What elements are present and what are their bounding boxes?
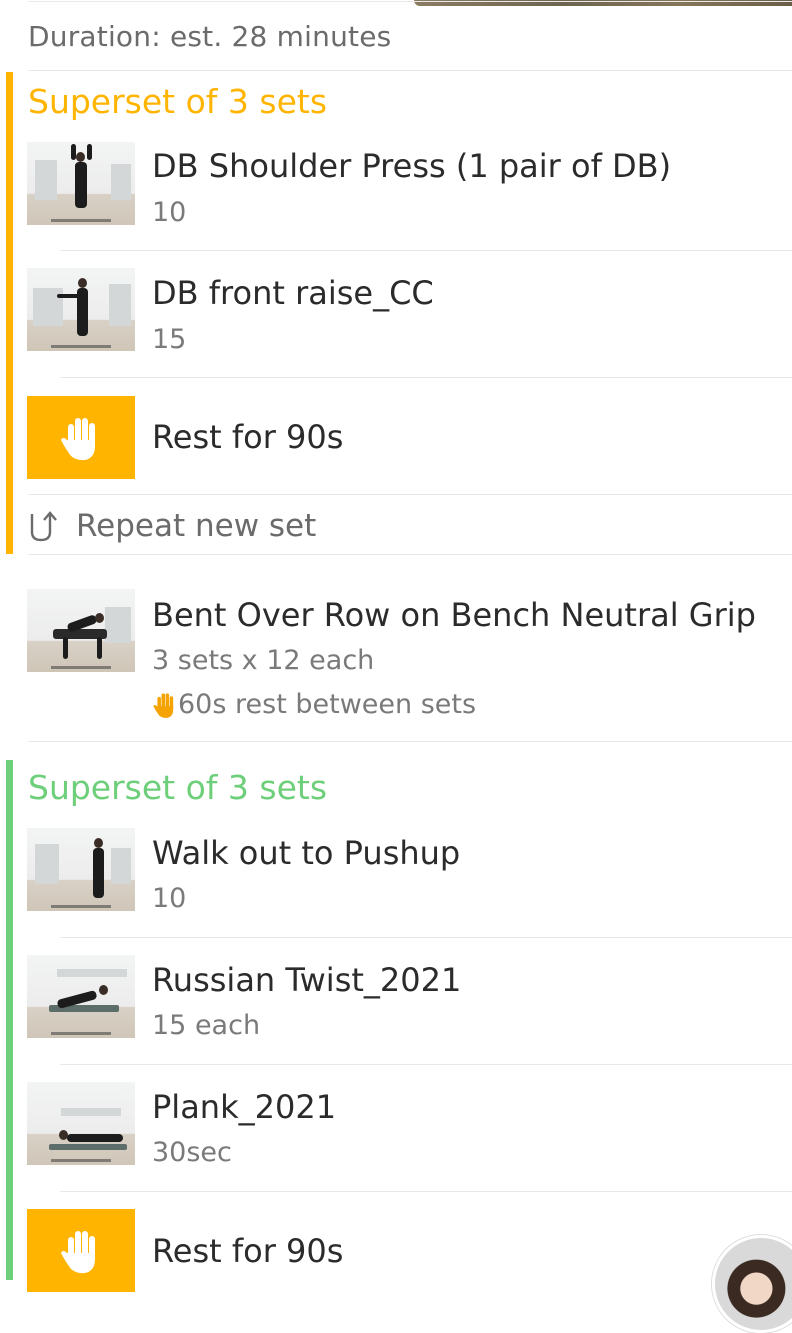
hand-emoji-icon (153, 692, 174, 718)
duration-label: Duration: est. 28 minutes (28, 20, 392, 53)
exercise-name: DB Shoulder Press (1 pair of DB) (152, 147, 672, 185)
superset-indicator-bar (6, 72, 13, 554)
exercise-thumbnail (27, 1082, 135, 1165)
divider (60, 377, 792, 378)
exercise-thumbnail (27, 589, 135, 672)
divider (60, 937, 792, 938)
exercise-thumbnail (27, 142, 135, 225)
exercise-name: Russian Twist_2021 (152, 961, 462, 999)
rest-label: Rest for 90s (152, 418, 344, 456)
coach-avatar[interactable] (712, 1235, 792, 1333)
divider (28, 554, 792, 555)
repeat-arrow-icon (30, 511, 57, 542)
exercise-thumbnail (27, 268, 135, 351)
exercise-sets: 3 sets x 12 each (152, 645, 375, 676)
divider (60, 1064, 792, 1065)
hand-icon (61, 1230, 95, 1273)
exercise-name: Plank_2021 (152, 1088, 337, 1126)
exercise-thumbnail (27, 955, 135, 1038)
rest-label: Rest for 90s (152, 1232, 344, 1270)
exercise-name: Walk out to Pushup (152, 834, 461, 872)
divider (60, 250, 792, 251)
divider (28, 1, 792, 2)
divider (28, 741, 792, 742)
divider (28, 70, 792, 71)
superset-title: Superset of 3 sets (28, 768, 328, 807)
hand-icon (61, 417, 95, 460)
exercise-reps: 10 (152, 883, 187, 914)
rest-note: 60s rest between sets (152, 689, 476, 720)
superset-title: Superset of 3 sets (28, 82, 328, 121)
repeat-set-row: Repeat new set (28, 508, 316, 544)
superset-indicator-bar (6, 760, 13, 1280)
exercise-reps: 15 (152, 324, 187, 355)
repeat-label: Repeat new set (76, 508, 317, 544)
exercise-name: DB front raise_CC (152, 274, 434, 312)
exercise-name: Bent Over Row on Bench Neutral Grip (152, 596, 756, 634)
exercise-reps: 10 (152, 197, 187, 228)
rest-note-text: 60s rest between sets (178, 689, 477, 720)
exercise-reps: 30sec (152, 1137, 232, 1168)
rest-tile (27, 396, 135, 479)
exercise-thumbnail (27, 828, 135, 911)
divider (60, 1191, 792, 1192)
divider (28, 494, 792, 495)
exercise-reps: 15 each (152, 1010, 261, 1041)
